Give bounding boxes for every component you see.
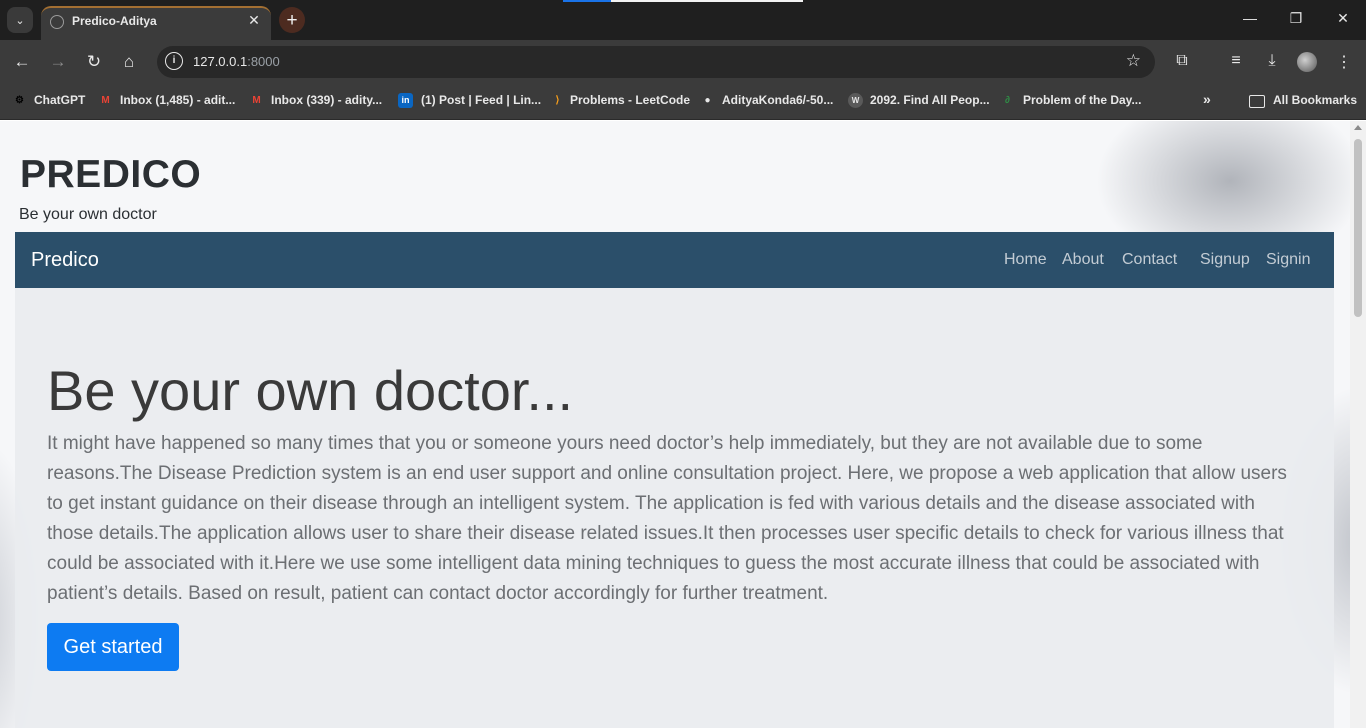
minimize-icon[interactable]: — <box>1240 10 1260 26</box>
site-tagline: Be your own doctor <box>19 206 157 223</box>
site-brand-title: PREDICO <box>20 153 202 196</box>
bookmark-label: Inbox (339) - adity... <box>271 93 383 107</box>
folder-icon <box>1249 95 1265 108</box>
hero-jumbotron: Be your own doctor... It might have happ… <box>15 288 1334 728</box>
github-icon: ● <box>704 95 711 106</box>
forward-icon[interactable]: → <box>47 51 69 73</box>
gmail-icon: M <box>252 95 261 106</box>
browser-tab-active[interactable]: Predico-Aditya ✕ <box>41 6 271 40</box>
hero-heading: Be your own doctor... <box>47 359 574 422</box>
bookmark-star-icon[interactable]: ☆ <box>1126 51 1141 71</box>
media-control-icon[interactable]: ≡ <box>1225 52 1247 70</box>
new-tab-button[interactable]: + <box>279 7 305 33</box>
nav-link-contact[interactable]: Contact <box>1122 251 1177 269</box>
page-viewport: PREDICO Be your own doctor Predico Home … <box>0 121 1350 728</box>
window-close-icon[interactable]: ✕ <box>1333 10 1353 27</box>
bookmark-label: Problem of the Day... <box>1023 93 1142 107</box>
chatgpt-icon: ⚙ <box>15 95 24 106</box>
bookmarks-overflow-icon[interactable]: » <box>1203 91 1211 107</box>
nav-link-home[interactable]: Home <box>1004 251 1047 269</box>
tab-close-icon[interactable]: ✕ <box>245 12 263 29</box>
plus-icon: + <box>286 9 298 31</box>
extensions-icon[interactable]: ⧉ <box>1171 52 1193 70</box>
address-bar[interactable]: i 127.0.0.1:8000 ☆ <box>157 46 1155 78</box>
restore-icon[interactable]: ❐ <box>1286 10 1306 27</box>
reload-icon[interactable]: ↻ <box>83 51 105 73</box>
leetcode-icon: ⟩ <box>555 95 560 106</box>
tab-strip: ⌄ Predico-Aditya ✕ + — ❐ ✕ <box>0 0 1366 40</box>
scrollbar-thumb[interactable] <box>1354 139 1362 317</box>
bookmark-label: 2092. Find All Peop... <box>870 93 990 107</box>
bookmark-label: ChatGPT <box>34 93 86 107</box>
get-started-button[interactable]: Get started <box>47 623 179 671</box>
url-text[interactable]: 127.0.0.1:8000 <box>193 54 280 69</box>
profile-avatar[interactable] <box>1297 52 1317 72</box>
download-icon[interactable]: ⤓ <box>1261 52 1283 70</box>
gmail-icon: M <box>101 95 110 106</box>
navbar-brand[interactable]: Predico <box>31 249 99 272</box>
browser-toolbar: ← → ↻ ⌂ i 127.0.0.1:8000 ☆ ⧉ ≡ ⤓ ⋮ <box>0 40 1366 84</box>
globe-icon <box>50 15 64 29</box>
linkedin-icon: in <box>398 93 413 108</box>
site-info-icon[interactable]: i <box>165 52 183 70</box>
page-scrollbar[interactable] <box>1350 121 1366 728</box>
tab-drag-indicator-accent <box>563 0 611 2</box>
tab-title: Predico-Aditya <box>72 14 157 28</box>
site-navbar: Predico Home About Contact Signup Signin <box>15 232 1334 288</box>
url-host: 127.0.0.1 <box>193 54 248 69</box>
bookmark-label: Problems - LeetCode <box>570 93 691 107</box>
bookmarks-bar: ⚙ ChatGPT M Inbox (1,485) - adit... M In… <box>0 84 1366 120</box>
nav-link-signin[interactable]: Signin <box>1266 251 1310 269</box>
hero-description: It might have happened so many times tha… <box>47 433 1287 604</box>
gfg-icon: ∂ <box>1005 95 1010 106</box>
bookmark-label: Inbox (1,485) - adit... <box>120 93 236 107</box>
nav-link-about[interactable]: About <box>1062 251 1104 269</box>
url-port: :8000 <box>247 54 280 69</box>
bookmark-label: (1) Post | Feed | Lin... <box>421 93 542 107</box>
scroll-up-arrow-icon[interactable] <box>1354 125 1362 130</box>
web-icon: W <box>848 93 863 108</box>
nav-link-signup[interactable]: Signup <box>1200 251 1250 269</box>
chevron-down-icon: ⌄ <box>15 14 25 27</box>
back-icon[interactable]: ← <box>11 51 33 73</box>
menu-icon[interactable]: ⋮ <box>1333 52 1355 72</box>
home-icon[interactable]: ⌂ <box>118 51 140 73</box>
bookmark-label: AdityaKonda6/-50... <box>722 93 834 107</box>
tab-search-button[interactable]: ⌄ <box>7 7 33 33</box>
all-bookmarks-label: All Bookmarks <box>1273 93 1358 107</box>
